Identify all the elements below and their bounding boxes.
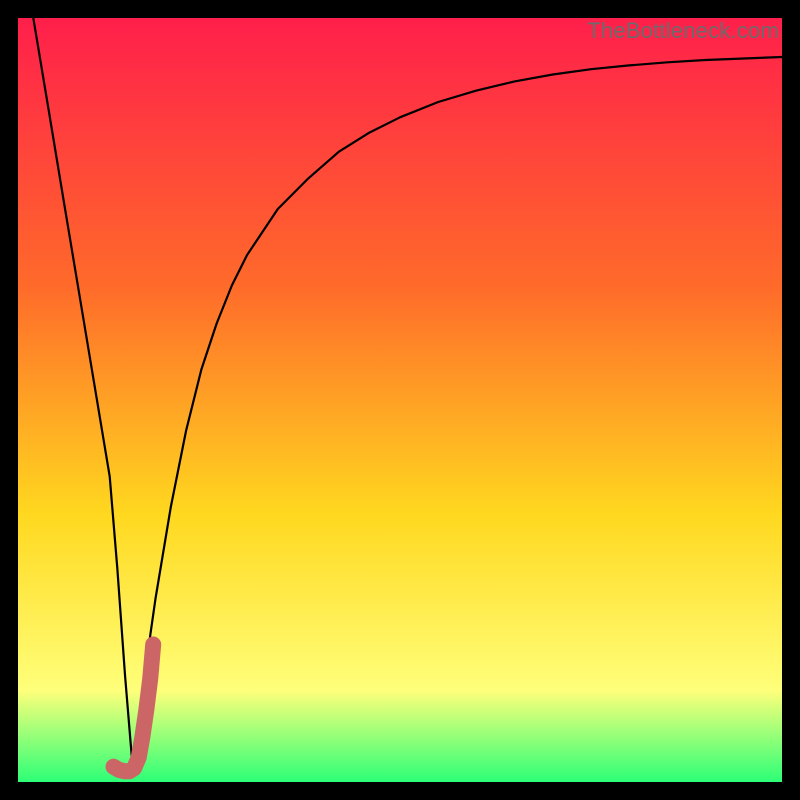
watermark-text: TheBottleneck.com bbox=[587, 18, 779, 44]
bottleneck-chart bbox=[18, 18, 782, 782]
gradient-background bbox=[18, 18, 782, 782]
chart-frame: TheBottleneck.com bbox=[18, 18, 782, 782]
